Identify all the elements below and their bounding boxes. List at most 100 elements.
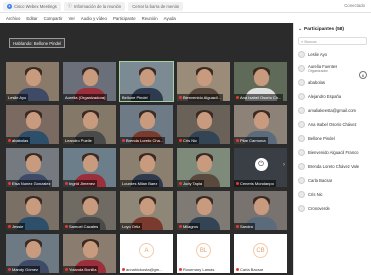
participant-item[interactable]: Bienvenido Alguacil Franco (294, 145, 371, 159)
participant-name: ababolas (308, 79, 325, 85)
menu-participante[interactable]: Participante (113, 16, 136, 21)
video-tile[interactable]: Aurelia (Organizadora) (63, 62, 116, 101)
person-head (196, 69, 212, 86)
tile-name-label: Ceneris Mondanpo (234, 180, 276, 187)
participant-text: ababolas (308, 80, 325, 85)
tile-name-label: Leslie Ayo (6, 94, 29, 101)
video-tile[interactable]: ababolas (6, 105, 59, 144)
chevron-down-icon[interactable]: ⌄ (298, 27, 302, 32)
tab-webex[interactable]: ● Cisco Webex Meetings (3, 1, 61, 11)
video-tile[interactable]: Milagros (177, 191, 230, 230)
person-head (25, 241, 41, 258)
person-head (196, 198, 212, 215)
video-tile[interactable]: Ingrid Jimenez (63, 148, 116, 187)
participant-item[interactable]: Leslie Ayo (294, 47, 371, 61)
person-head (82, 112, 98, 129)
person-head (25, 198, 41, 215)
person-head (82, 69, 98, 86)
participant-item[interactable]: Cris Nic (294, 187, 371, 201)
participant-name: amaliakeesta@gmail.com (308, 107, 357, 113)
tab-meeting-info[interactable]: ⓘ Información de la reunión (63, 1, 126, 11)
video-tile[interactable]: Judy Tapia (177, 148, 230, 187)
participant-text: Cris Nic (308, 192, 323, 197)
active-speaker-badge[interactable]: Hablando: Bellone Pindel (9, 38, 65, 48)
participant-name: Cronoverde (308, 205, 330, 211)
participant-avatar (298, 204, 305, 212)
tile-name-label: Aurelia (Organizadora) (63, 94, 108, 101)
participant-text: Brenda Loreto Chávez Vale (308, 164, 359, 169)
participant-text: Alejandro España (308, 94, 341, 99)
video-tile[interactable]: Mandy Gómez (6, 234, 59, 273)
menu-reunion[interactable]: Reunión (142, 16, 158, 21)
video-tile[interactable]: Elsa Nunez Gonzalez (6, 148, 59, 187)
video-tile[interactable]: ⏻ › Ceneris Mondanpo (234, 148, 287, 187)
tile-name-label: Yolanda Bonilla (63, 266, 99, 273)
video-tile[interactable]: Sandra (234, 191, 287, 230)
participant-text: Carla Bacsar (308, 178, 332, 183)
video-tile[interactable]: Aannahickosta@gm... (120, 234, 173, 273)
video-tile[interactable]: Leandro Puelle (63, 105, 116, 144)
tile-name: Leslie Ayo (8, 95, 27, 100)
raised-count-badge: 6 (359, 71, 367, 79)
mic-muted-icon (179, 225, 182, 228)
tile-name: Ceneris Mondanpo (240, 181, 274, 186)
menu-audio-video[interactable]: Audio y vídeo (81, 16, 107, 21)
participants-header[interactable]: ⌄ Participantes (58) (294, 23, 371, 36)
participant-search-input[interactable]: ⌕ Buscar (298, 37, 367, 45)
video-tile[interactable]: Pilar Carmona (234, 105, 287, 144)
menu-editar[interactable]: Editar (26, 16, 37, 21)
participant-avatar (298, 106, 305, 114)
video-tile[interactable]: Bellone Pindel (119, 61, 174, 102)
menu-ayuda[interactable]: Ayuda (164, 16, 176, 21)
participant-text: Leslie Ayo (308, 52, 327, 57)
video-tile[interactable]: BL Rosemary Lamas (177, 234, 230, 273)
tile-name: Samuel Cacales (69, 224, 99, 229)
video-tile[interactable]: CB Carla Bacsar (234, 234, 287, 273)
participant-item[interactable]: Carla Bacsar (294, 173, 371, 187)
participant-avatar (298, 134, 305, 142)
video-tile[interactable]: Lourdes Milan Baez (120, 148, 173, 187)
video-tile[interactable]: Brenda Loreto Cha... (120, 105, 173, 144)
tab-hide-menu[interactable]: Cerrar la barra de menús (128, 1, 183, 11)
video-tile[interactable]: Leslie Ayo (6, 62, 59, 101)
tile-name-label: Jessie (6, 223, 26, 230)
video-tile[interactable]: Yolanda Bonilla (63, 234, 116, 273)
participant-text: amaliakeesta@gmail.com (308, 108, 356, 113)
tile-name: Pilar Carmona (240, 138, 266, 143)
tile-name: ababolas (12, 138, 29, 143)
video-tile[interactable]: Jessie (6, 191, 59, 230)
tile-name-label: Bienvenido Alguacil... (177, 94, 224, 101)
mic-muted-icon (236, 268, 239, 271)
menu-ver[interactable]: Ver (68, 16, 74, 21)
mic-muted-icon (122, 139, 125, 142)
menu-archivo[interactable]: Archivo (6, 16, 20, 21)
video-tile[interactable]: Cris Nic (177, 105, 230, 144)
tile-name-label: Bellone Pindel (120, 94, 150, 101)
participant-avatar (298, 92, 305, 100)
participant-item[interactable]: amaliakeesta@gmail.com (294, 103, 371, 117)
person-head (253, 69, 269, 86)
video-tile[interactable]: Ana Isabel Osorio Ch... (234, 62, 287, 101)
chevron-right-icon[interactable]: › (283, 162, 285, 168)
participant-item[interactable]: Brenda Loreto Chávez Vale (294, 159, 371, 173)
video-tile[interactable]: Samuel Cacales (63, 191, 116, 230)
tile-name-label: Brenda Loreto Cha... (120, 137, 166, 144)
video-tile[interactable]: Bienvenido Alguacil... (177, 62, 230, 101)
participant-item[interactable]: Bellone Pindel (294, 131, 371, 145)
video-tile[interactable]: Loyo Ortiz (120, 191, 173, 230)
person-head (196, 112, 212, 129)
menu-compartir[interactable]: Compartir (44, 16, 63, 21)
participant-item[interactable]: Alejandro España (294, 89, 371, 103)
person-head (196, 155, 212, 172)
mic-muted-icon (8, 139, 11, 142)
person-head (139, 198, 155, 215)
participant-name: Carla Bacsar (308, 177, 333, 183)
tile-name-label: Leandro Puelle (63, 137, 94, 144)
tile-name: Sandra (240, 224, 253, 229)
person-head (82, 241, 98, 258)
mic-muted-icon (8, 182, 11, 185)
avatar: CB (253, 243, 268, 258)
participant-item[interactable]: Ana Isabel Osorio Chávez (294, 117, 371, 131)
mic-muted-icon (179, 96, 182, 99)
participant-item[interactable]: Cronoverde (294, 201, 371, 215)
